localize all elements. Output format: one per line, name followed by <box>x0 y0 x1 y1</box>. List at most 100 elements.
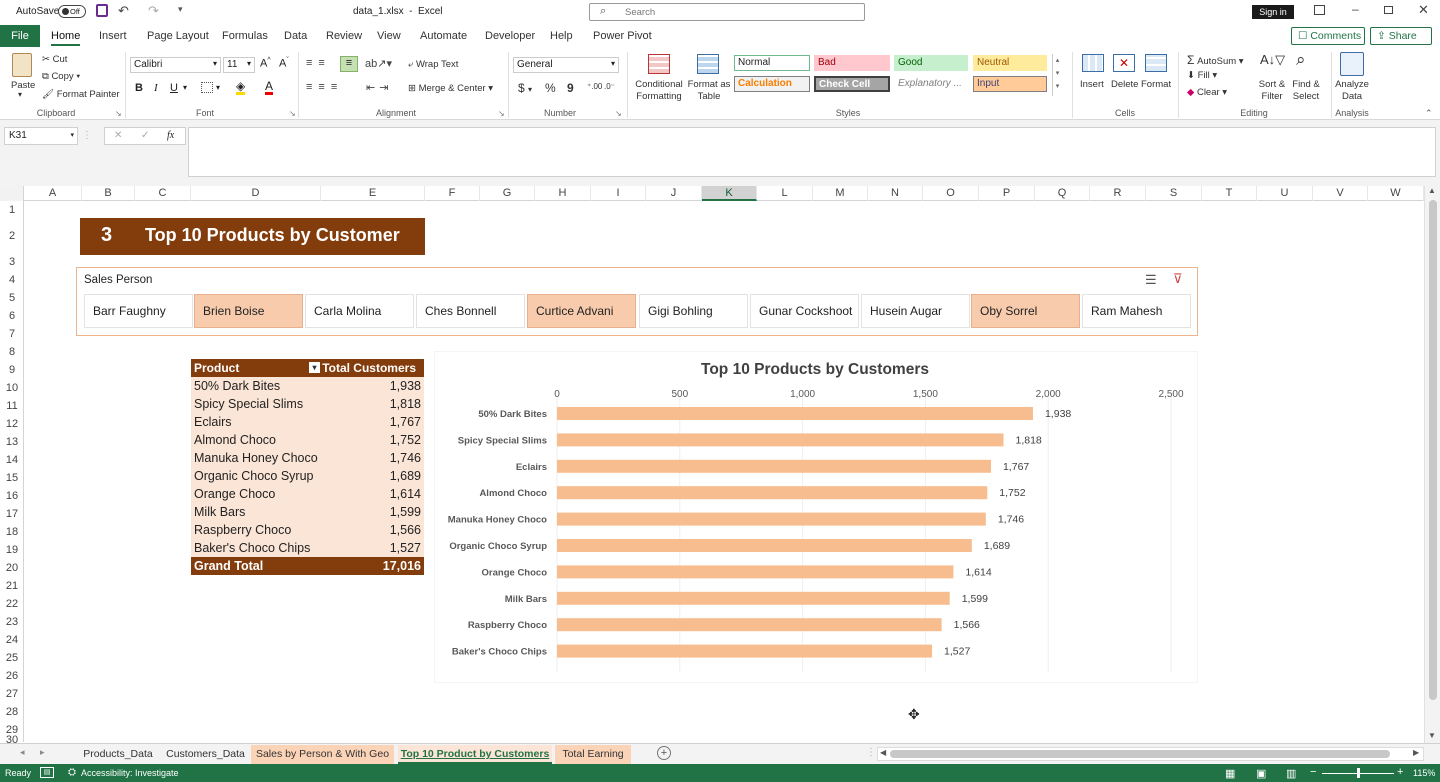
normal-view-icon[interactable]: ▦ <box>1225 767 1235 780</box>
column-header-a[interactable]: A <box>24 186 82 201</box>
row-header-27[interactable]: 27 <box>0 685 24 703</box>
column-header-c[interactable]: C <box>135 186 191 201</box>
zoom-out-icon[interactable]: − <box>1310 766 1316 778</box>
new-sheet-icon[interactable]: + <box>657 746 671 760</box>
row-header-10[interactable]: 10 <box>0 379 24 397</box>
row-header-20[interactable]: 20 <box>0 559 24 577</box>
accessibility-icon[interactable]: ⛭ <box>68 767 76 778</box>
worksheet[interactable]: 3 Top 10 Products by Customer Sales Pers… <box>24 201 1424 741</box>
page-layout-view-icon[interactable]: ▣ <box>1256 767 1266 780</box>
row-header-6[interactable]: 6 <box>0 307 24 325</box>
zoom-level[interactable]: 115% <box>1413 768 1435 778</box>
clipboard-launcher-icon[interactable]: ↘ <box>115 109 122 118</box>
tab-help[interactable]: Help <box>550 30 573 42</box>
column-header-m[interactable]: M <box>813 186 868 201</box>
slicer-item[interactable]: Ram Mahesh <box>1082 294 1191 328</box>
sheet-tab[interactable]: Products_Data <box>76 745 160 764</box>
sheet-tab[interactable]: Total Earning <box>555 745 631 764</box>
paste-icon[interactable] <box>12 53 32 77</box>
format-cells-icon[interactable] <box>1145 54 1167 72</box>
row-header-25[interactable]: 25 <box>0 649 24 667</box>
vertical-scrollbar[interactable]: ▲ ▼ <box>1424 186 1440 743</box>
row-header-24[interactable]: 24 <box>0 631 24 649</box>
comments-button[interactable]: ☐ Comments <box>1291 27 1365 45</box>
cut-button[interactable]: ✂ Cut <box>42 54 67 65</box>
row-header-22[interactable]: 22 <box>0 595 24 613</box>
sort-filter-icon[interactable]: A↓▽ <box>1260 52 1285 68</box>
column-header-k[interactable]: K <box>702 186 757 201</box>
row-header-4[interactable]: 4 <box>0 271 24 289</box>
column-header-f[interactable]: F <box>425 186 480 201</box>
column-header-r[interactable]: R <box>1090 186 1146 201</box>
row-header-2[interactable]: 2 <box>0 219 24 253</box>
italic-icon[interactable]: I <box>154 82 158 94</box>
percent-icon[interactable]: % <box>545 81 556 95</box>
style-check-cell[interactable]: Check Cell <box>814 76 890 92</box>
accessibility-status[interactable]: Accessibility: Investigate <box>81 768 179 778</box>
slicer-item[interactable]: Brien Boise <box>194 294 303 328</box>
column-header-h[interactable]: H <box>535 186 591 201</box>
customize-toolbar-icon[interactable]: ▾ <box>178 4 183 15</box>
horizontal-scrollbar[interactable]: ◀ ▶ <box>877 747 1424 761</box>
style-neutral[interactable]: Neutral <box>973 55 1047 71</box>
delete-cells-button[interactable]: Delete <box>1111 79 1138 90</box>
sign-in-button[interactable]: Sign in <box>1252 5 1294 19</box>
increase-decimal-icon[interactable]: ⁺.00 <box>587 82 602 91</box>
format-as-table-icon[interactable] <box>697 54 719 74</box>
indent-icons[interactable]: ⇤⇥ <box>366 81 392 94</box>
font-size-select[interactable]: 11 ▾ <box>223 57 255 73</box>
conditional-formatting-icon[interactable] <box>648 54 670 74</box>
name-box[interactable]: K31 ▾ <box>4 127 78 145</box>
tab-review[interactable]: Review <box>326 30 362 42</box>
row-header-12[interactable]: 12 <box>0 415 24 433</box>
clear-filter-icon[interactable]: ⊽ <box>1173 271 1183 287</box>
autosum-button[interactable]: Σ AutoSum ▾ <box>1187 53 1244 67</box>
page-break-view-icon[interactable]: ▥ <box>1286 767 1296 780</box>
prev-sheet-icon[interactable]: ◂ <box>20 747 25 758</box>
redo-icon[interactable]: ↷ <box>148 3 159 19</box>
row-header-26[interactable]: 26 <box>0 667 24 685</box>
collapse-ribbon-icon[interactable]: ⌃ <box>1425 108 1433 119</box>
column-header-q[interactable]: Q <box>1035 186 1090 201</box>
close-icon[interactable]: ✕ <box>1418 2 1429 18</box>
copy-button[interactable]: ⧉ Copy ▾ <box>42 71 80 82</box>
tab-file[interactable]: File <box>0 25 40 47</box>
row-header-28[interactable]: 28 <box>0 703 24 721</box>
bold-icon[interactable]: B <box>135 82 143 94</box>
column-header-b[interactable]: B <box>82 186 135 201</box>
row-header-7[interactable]: 7 <box>0 325 24 343</box>
select-all-corner[interactable] <box>0 186 24 201</box>
style-bad[interactable]: Bad <box>814 55 890 71</box>
merge-center-button[interactable]: ⊞ Merge & Center ▾ <box>408 83 493 94</box>
paste-dropdown-icon[interactable]: ▾ <box>18 90 22 99</box>
decrease-decimal-icon[interactable]: .0⁻ <box>604 82 615 91</box>
tab-view[interactable]: View <box>377 30 401 42</box>
analyze-data-icon[interactable] <box>1340 52 1364 76</box>
borders-icon[interactable] <box>201 82 213 93</box>
search-box[interactable]: ⌕ Search <box>589 3 865 21</box>
tab-home[interactable]: Home <box>51 30 81 46</box>
row-header-30[interactable]: 30 <box>0 735 24 746</box>
number-format-select[interactable]: General ▾ <box>513 57 619 73</box>
column-header-p[interactable]: P <box>979 186 1035 201</box>
cancel-icon[interactable]: ✕ <box>114 130 122 141</box>
style-good[interactable]: Good <box>894 55 968 71</box>
currency-icon[interactable]: $ ▾ <box>518 81 532 95</box>
sheet-tab[interactable]: Customers_Data <box>162 745 249 764</box>
column-header-n[interactable]: N <box>868 186 923 201</box>
horizontal-align-icons[interactable]: ≡≡≡ <box>306 81 343 93</box>
tab-insert[interactable]: Insert <box>99 30 127 42</box>
orientation-icon[interactable]: ab↗▾ <box>365 57 392 70</box>
tab-split-handle[interactable]: ⋮ <box>866 747 876 758</box>
vertical-scroll-thumb[interactable] <box>1429 200 1437 700</box>
fill-color-icon[interactable]: ◈ <box>236 80 246 95</box>
zoom-slider-thumb[interactable] <box>1357 768 1360 778</box>
next-sheet-icon[interactable]: ▸ <box>40 747 45 758</box>
row-header-8[interactable]: 8 <box>0 343 24 361</box>
tab-developer[interactable]: Developer <box>485 30 535 42</box>
row-header-1[interactable]: 1 <box>0 201 24 219</box>
column-header-j[interactable]: J <box>646 186 702 201</box>
row-header-16[interactable]: 16 <box>0 487 24 505</box>
scroll-right-icon[interactable]: ▶ <box>1413 748 1419 757</box>
find-select-button[interactable]: Find & Select <box>1287 79 1325 103</box>
